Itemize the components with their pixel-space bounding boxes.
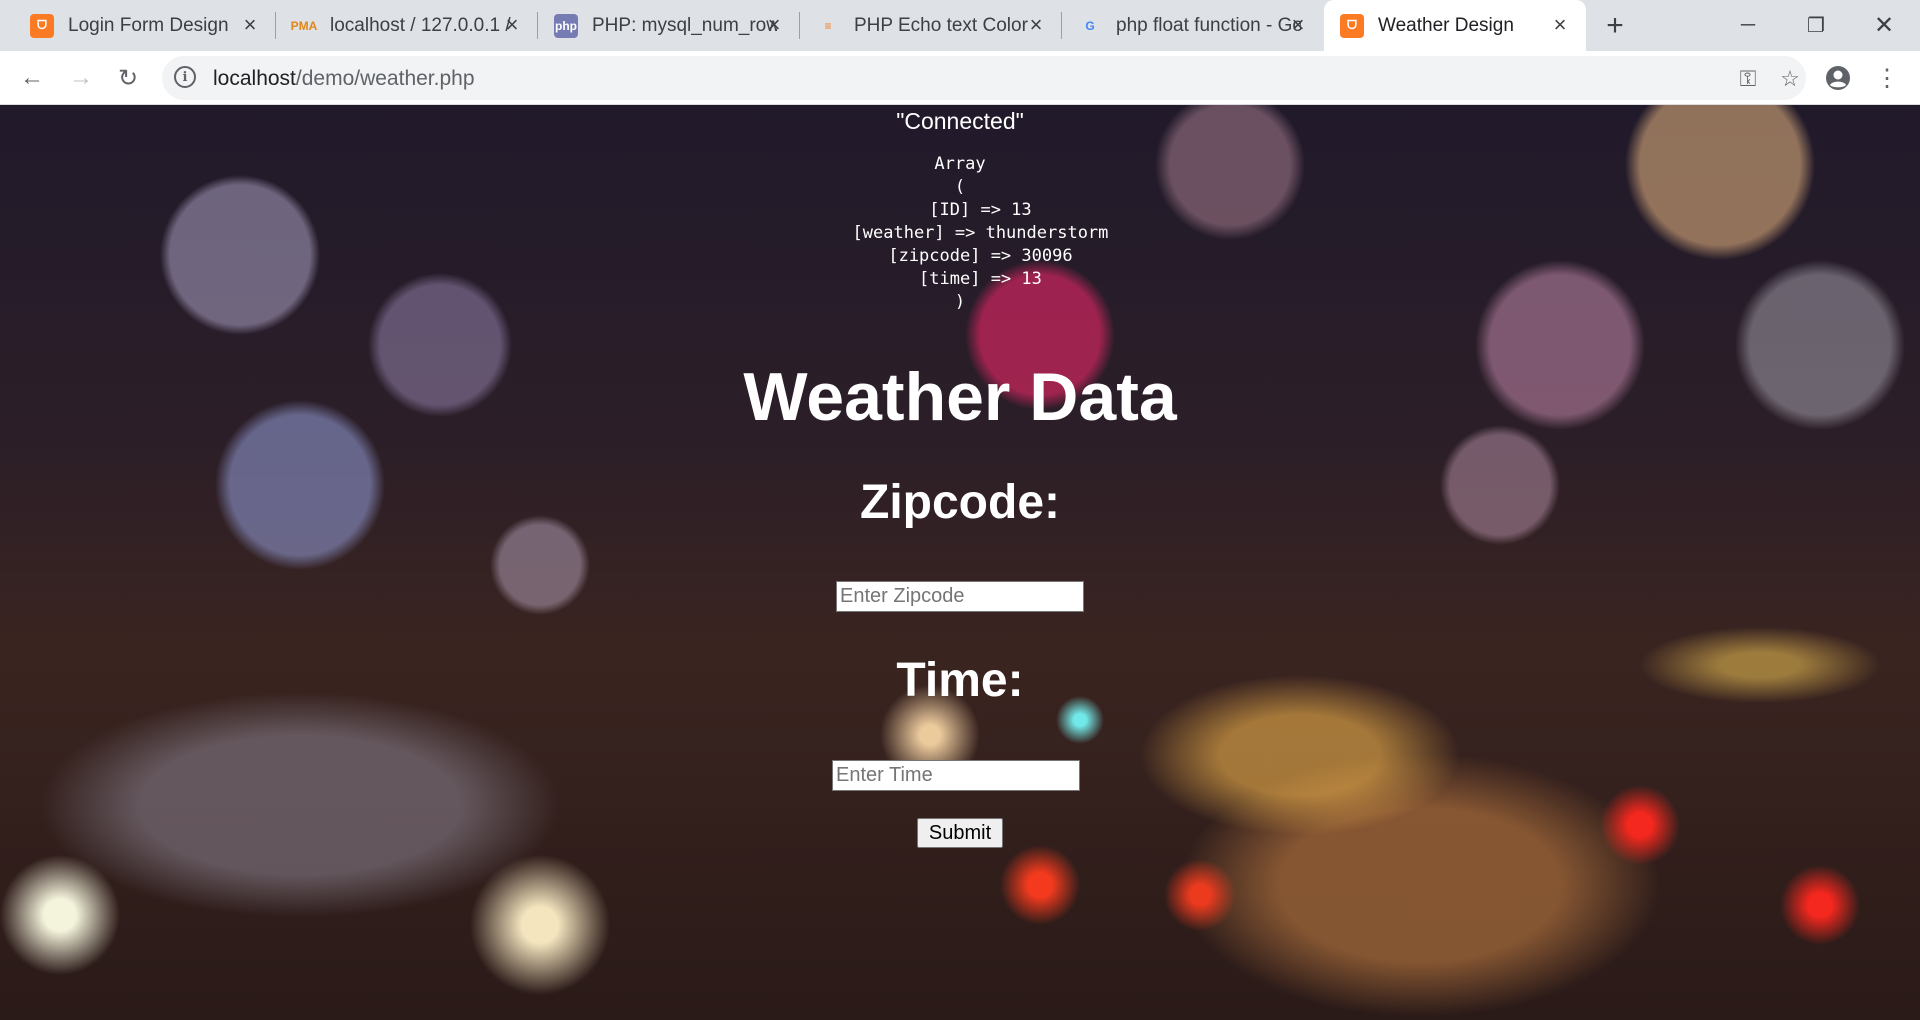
address-url[interactable]: localhost/demo/weather.php	[213, 67, 475, 91]
new-tab-button[interactable]: +	[1598, 9, 1632, 43]
tab-php-float-function[interactable]: G php float function - Go ×	[1062, 0, 1324, 51]
close-icon[interactable]: ×	[762, 12, 786, 37]
stackoverflow-icon: ≡	[824, 18, 832, 33]
tab-title: php float function - Go	[1116, 14, 1301, 36]
window-close-button[interactable]: ✕	[1850, 0, 1918, 51]
reload-button[interactable]: ↻	[109, 59, 147, 97]
close-icon[interactable]: ×	[1286, 12, 1310, 37]
google-icon: G	[1085, 18, 1095, 33]
back-button[interactable]: ←	[13, 59, 51, 97]
key-icon[interactable]: ⚿	[1733, 64, 1763, 94]
tab-login-form-design[interactable]: ᗜ Login Form Design ×	[14, 0, 276, 51]
tab-php-mysql-num-rows[interactable]: php PHP: mysql_num_rows ×	[538, 0, 800, 51]
tab-phpmyadmin[interactable]: PMA localhost / 127.0.0.1 / ×	[276, 0, 538, 51]
page-title: Weather Data	[743, 359, 1177, 435]
page-viewport: "Connected" Array ( [ID] => 13 [weather]…	[0, 105, 1920, 1020]
menu-kebab-icon[interactable]: ⋮	[1868, 59, 1906, 97]
zipcode-input[interactable]	[836, 581, 1084, 612]
forward-button[interactable]: →	[62, 59, 100, 97]
tab-weather-design[interactable]: ᗜ Weather Design ×	[1324, 0, 1586, 51]
close-icon[interactable]: ×	[1548, 12, 1572, 37]
tab-strip: ᗜ Login Form Design × PMA localhost / 12…	[0, 0, 1920, 51]
tab-php-echo-text-color[interactable]: ≡ PHP Echo text Color ×	[800, 0, 1062, 51]
array-dump: Array ( [ID] => 13 [weather] => thunders…	[852, 154, 1109, 312]
close-icon[interactable]: ×	[238, 12, 262, 37]
close-icon[interactable]: ×	[1024, 12, 1048, 37]
connection-status: "Connected"	[896, 108, 1024, 134]
info-icon[interactable]: i	[174, 66, 196, 88]
address-bar[interactable]: i localhost/demo/weather.php ⚿ ☆	[162, 56, 1806, 100]
tab-title: PHP: mysql_num_rows	[592, 14, 777, 36]
browser-toolbar: ← → ↻ i localhost/demo/weather.php ⚿ ☆ ⋮	[0, 51, 1920, 105]
phpmyadmin-icon: PMA	[290, 18, 318, 33]
url-host: localhost	[213, 67, 296, 90]
xampp-icon: ᗜ	[1340, 13, 1364, 38]
tab-title: Weather Design	[1378, 14, 1514, 36]
tab-title: Login Form Design	[68, 14, 229, 36]
submit-button[interactable]: Submit	[917, 818, 1003, 848]
close-icon[interactable]: ×	[500, 12, 524, 37]
xampp-icon: ᗜ	[30, 13, 54, 38]
url-path: /demo/weather.php	[295, 67, 475, 90]
minimize-button[interactable]: ─	[1714, 0, 1782, 51]
account-circle-icon	[1826, 66, 1850, 90]
time-label: Time:	[896, 654, 1024, 707]
profile-icon[interactable]	[1819, 59, 1857, 97]
time-input[interactable]	[832, 760, 1080, 791]
tab-title: localhost / 127.0.0.1 /	[330, 14, 511, 36]
star-icon[interactable]: ☆	[1775, 64, 1805, 94]
tab-title: PHP Echo text Color	[854, 14, 1028, 36]
restore-button[interactable]: ❐	[1782, 0, 1850, 51]
php-icon: php	[554, 13, 578, 38]
zipcode-label: Zipcode:	[860, 476, 1060, 529]
